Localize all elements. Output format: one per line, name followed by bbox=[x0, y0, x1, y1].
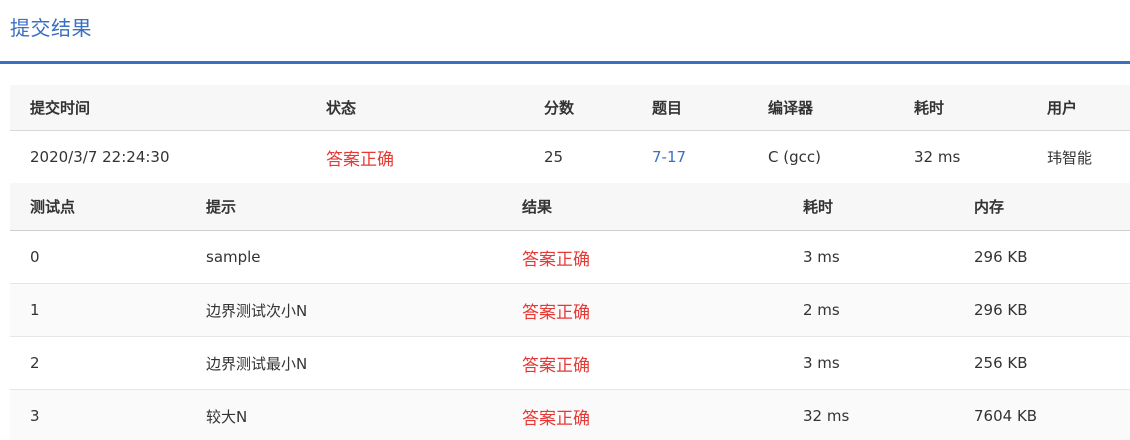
testcase-id: 2 bbox=[30, 354, 40, 372]
problem-link[interactable]: 7-17 bbox=[652, 131, 686, 183]
table-row: 2 边界测试最小N 答案正确 3 ms 256 KB bbox=[10, 337, 1130, 390]
header-case-time: 耗时 bbox=[803, 198, 834, 216]
table-row: 1 边界测试次小N 答案正确 2 ms 296 KB bbox=[10, 284, 1130, 337]
submission-row: 2020/3/7 22:24:30 答案正确 25 7-17 C (gcc) 3… bbox=[10, 131, 1130, 183]
header-user: 用户 bbox=[1047, 99, 1078, 117]
submission-status: 答案正确 bbox=[326, 149, 394, 170]
testcase-time: 32 ms bbox=[803, 407, 850, 425]
header-testcase-id: 测试点 bbox=[30, 198, 76, 216]
testcase-result: 答案正确 bbox=[522, 355, 590, 376]
testcase-time: 3 ms bbox=[803, 354, 840, 372]
header-hint: 提示 bbox=[206, 198, 237, 216]
compiler-name: C (gcc) bbox=[768, 148, 821, 166]
testcase-hint: 边界测试次小N bbox=[206, 301, 308, 320]
testcase-result: 答案正确 bbox=[522, 249, 590, 270]
testcase-id: 3 bbox=[30, 407, 40, 425]
submission-score: 25 bbox=[544, 148, 564, 166]
testcase-header-row: 测试点 提示 结果 耗时 内存 bbox=[10, 183, 1130, 231]
testcase-memory: 296 KB bbox=[974, 301, 1028, 319]
table-row: 3 较大N 答案正确 32 ms 7604 KB bbox=[10, 390, 1130, 440]
testcase-hint: 较大N bbox=[206, 407, 248, 426]
testcase-memory: 296 KB bbox=[974, 248, 1028, 266]
testcase-hint: sample bbox=[206, 248, 261, 266]
header-elapsed: 耗时 bbox=[914, 99, 945, 117]
header-status: 状态 bbox=[326, 99, 357, 117]
testcase-memory: 256 KB bbox=[974, 354, 1028, 372]
title-divider bbox=[0, 61, 1130, 64]
submission-elapsed: 32 ms bbox=[914, 148, 961, 166]
table-row: 0 sample 答案正确 3 ms 296 KB bbox=[10, 231, 1130, 284]
testcase-id: 0 bbox=[30, 248, 40, 266]
testcase-time: 2 ms bbox=[803, 301, 840, 319]
header-submit-time: 提交时间 bbox=[30, 99, 91, 117]
header-result: 结果 bbox=[522, 198, 553, 216]
testcase-memory: 7604 KB bbox=[974, 407, 1038, 425]
header-compiler: 编译器 bbox=[768, 99, 814, 117]
header-score: 分数 bbox=[544, 99, 575, 117]
testcase-result: 答案正确 bbox=[522, 408, 590, 429]
testcase-hint: 边界测试最小N bbox=[206, 354, 308, 373]
header-memory: 内存 bbox=[974, 198, 1005, 216]
submit-time: 2020/3/7 22:24:30 bbox=[30, 148, 170, 166]
submission-user: 玮智能 bbox=[1047, 148, 1093, 167]
testcase-time: 3 ms bbox=[803, 248, 840, 266]
header-problem: 题目 bbox=[652, 99, 683, 117]
testcase-result: 答案正确 bbox=[522, 302, 590, 323]
submission-header-row: 提交时间 状态 分数 题目 编译器 耗时 用户 bbox=[10, 85, 1130, 131]
testcase-id: 1 bbox=[30, 301, 40, 319]
page-title: 提交结果 bbox=[10, 16, 92, 40]
